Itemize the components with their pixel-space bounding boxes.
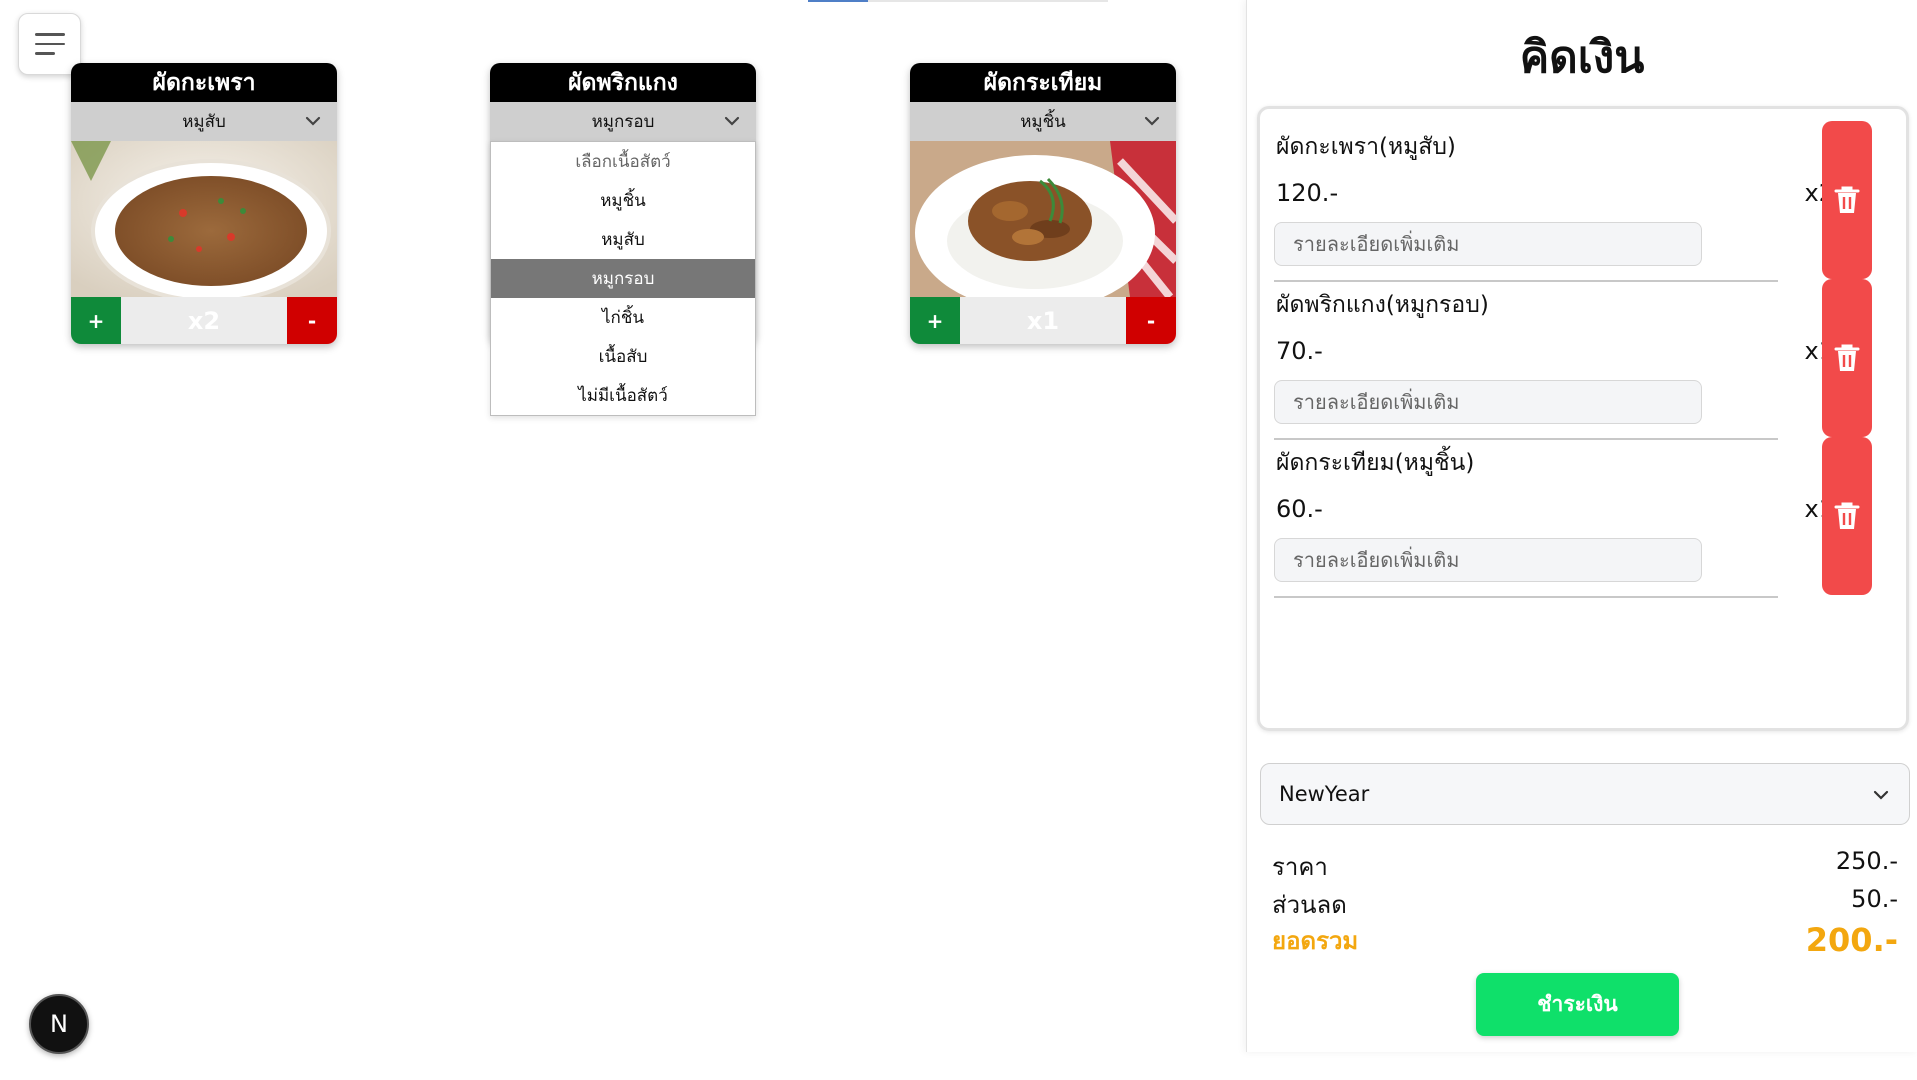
quantity-controls: + x1 - bbox=[910, 297, 1176, 344]
meat-select[interactable]: หมูชิ้น bbox=[910, 102, 1176, 141]
meat-select-value: หมูกรอบ bbox=[591, 112, 655, 132]
price-value: 250.- bbox=[1835, 847, 1898, 875]
promo-code-value: NewYear bbox=[1279, 782, 1370, 806]
meat-option-placeholder[interactable]: เลือกเนื้อสัตว์ bbox=[491, 142, 755, 181]
checkout-panel: คิดเงิน ผัดกะเพรา(หมูสับ) 120.- x2 รายละ… bbox=[1246, 0, 1917, 1052]
pay-button[interactable]: ชำระเงิน bbox=[1476, 973, 1679, 1036]
order-item: ผัดกระเทียม(หมูชิ้น) 60.- x1 รายละเอียดเ… bbox=[1260, 425, 1912, 598]
discount-row: ส่วนลด 50.- bbox=[1272, 885, 1898, 924]
increase-button[interactable]: + bbox=[910, 297, 960, 344]
menu-card-title: ผัดพริกแกง bbox=[490, 63, 756, 102]
order-note-input[interactable]: รายละเอียดเพิ่มเติม bbox=[1274, 380, 1702, 424]
order-item-price: 120.- bbox=[1276, 179, 1339, 207]
order-note-input[interactable]: รายละเอียดเพิ่มเติม bbox=[1274, 222, 1702, 266]
quantity-display: x2 bbox=[121, 297, 287, 344]
quantity-controls: + x2 - bbox=[71, 297, 337, 344]
promo-code-select[interactable]: NewYear bbox=[1260, 763, 1910, 825]
meat-select[interactable]: หมูสับ bbox=[71, 102, 337, 141]
order-list: ผัดกะเพรา(หมูสับ) 120.- x2 รายละเอียดเพิ… bbox=[1257, 106, 1909, 731]
order-item-name: ผัดกระเทียม(หมูชิ้น) bbox=[1276, 450, 1475, 476]
meat-select-value: หมูสับ bbox=[182, 112, 226, 132]
total-value: 200.- bbox=[1805, 921, 1898, 959]
delete-item-button[interactable] bbox=[1822, 279, 1872, 437]
quantity-display: x1 bbox=[960, 297, 1126, 344]
order-note-input[interactable]: รายละเอียดเพิ่มเติม bbox=[1274, 538, 1702, 582]
meat-option[interactable]: เนื้อสับ bbox=[491, 337, 755, 376]
meat-option-selected[interactable]: หมูกรอบ bbox=[491, 259, 755, 298]
delete-item-button[interactable] bbox=[1822, 437, 1872, 595]
food-image-kaprao bbox=[71, 141, 337, 297]
discount-value: 50.- bbox=[1851, 885, 1898, 913]
order-item-divider bbox=[1274, 596, 1778, 598]
hamburger-icon bbox=[35, 33, 65, 36]
checkout-title: คิดเงิน bbox=[1519, 32, 1645, 83]
chevron-down-icon bbox=[1873, 790, 1889, 800]
meat-select-value: หมูชิ้น bbox=[1020, 112, 1066, 132]
total-label: ยอดรวม bbox=[1272, 927, 1359, 955]
chevron-down-icon bbox=[305, 116, 321, 126]
hamburger-icon-line bbox=[35, 42, 65, 46]
trash-icon bbox=[1834, 186, 1860, 213]
order-item-price: 70.- bbox=[1276, 337, 1323, 365]
decrease-button[interactable]: - bbox=[1126, 297, 1176, 344]
chevron-down-icon bbox=[1144, 116, 1160, 126]
meat-option[interactable]: ไม่มีเนื้อสัตว์ bbox=[491, 376, 755, 415]
top-progress-line bbox=[808, 0, 1108, 2]
meat-select[interactable]: หมูกรอบ bbox=[490, 102, 756, 141]
order-item: ผัดพริกแกง(หมูกรอบ) 70.- x1 รายละเอียดเพ… bbox=[1260, 267, 1912, 440]
order-item-name: ผัดพริกแกง(หมูกรอบ) bbox=[1276, 292, 1489, 318]
total-row: ยอดรวม 200.- bbox=[1272, 921, 1898, 960]
price-row: ราคา 250.- bbox=[1272, 847, 1898, 886]
menu-card-kratiem: ผัดกระเทียม หมูชิ้น + x1 - bbox=[910, 63, 1176, 344]
top-progress-segment bbox=[808, 0, 868, 2]
hamburger-menu-button[interactable] bbox=[18, 13, 81, 75]
menu-card-title: ผัดกะเพรา bbox=[71, 63, 337, 102]
meat-option[interactable]: หมูชิ้น bbox=[491, 181, 755, 220]
chevron-down-icon bbox=[724, 116, 740, 126]
order-item: ผัดกะเพรา(หมูสับ) 120.- x2 รายละเอียดเพิ… bbox=[1260, 109, 1912, 282]
price-label: ราคา bbox=[1272, 853, 1328, 881]
meat-option[interactable]: หมูสับ bbox=[491, 220, 755, 259]
dev-indicator-badge[interactable]: N bbox=[29, 994, 89, 1054]
trash-icon bbox=[1834, 502, 1860, 529]
meat-dropdown-list: เลือกเนื้อสัตว์ หมูชิ้น หมูสับ หมูกรอบ ไ… bbox=[490, 141, 756, 416]
menu-card-kaprao: ผัดกะเพรา หมูสับ + x2 - bbox=[71, 63, 337, 344]
trash-icon bbox=[1834, 344, 1860, 371]
delete-item-button[interactable] bbox=[1822, 121, 1872, 279]
food-image-kratiem bbox=[910, 141, 1176, 297]
decrease-button[interactable]: - bbox=[287, 297, 337, 344]
hamburger-icon-line bbox=[35, 52, 55, 55]
order-item-price: 60.- bbox=[1276, 495, 1323, 523]
order-item-name: ผัดกะเพรา(หมูสับ) bbox=[1276, 134, 1456, 160]
menu-card-title: ผัดกระเทียม bbox=[910, 63, 1176, 102]
increase-button[interactable]: + bbox=[71, 297, 121, 344]
meat-option[interactable]: ไก่ชิ้น bbox=[491, 298, 755, 337]
discount-label: ส่วนลด bbox=[1272, 891, 1347, 919]
